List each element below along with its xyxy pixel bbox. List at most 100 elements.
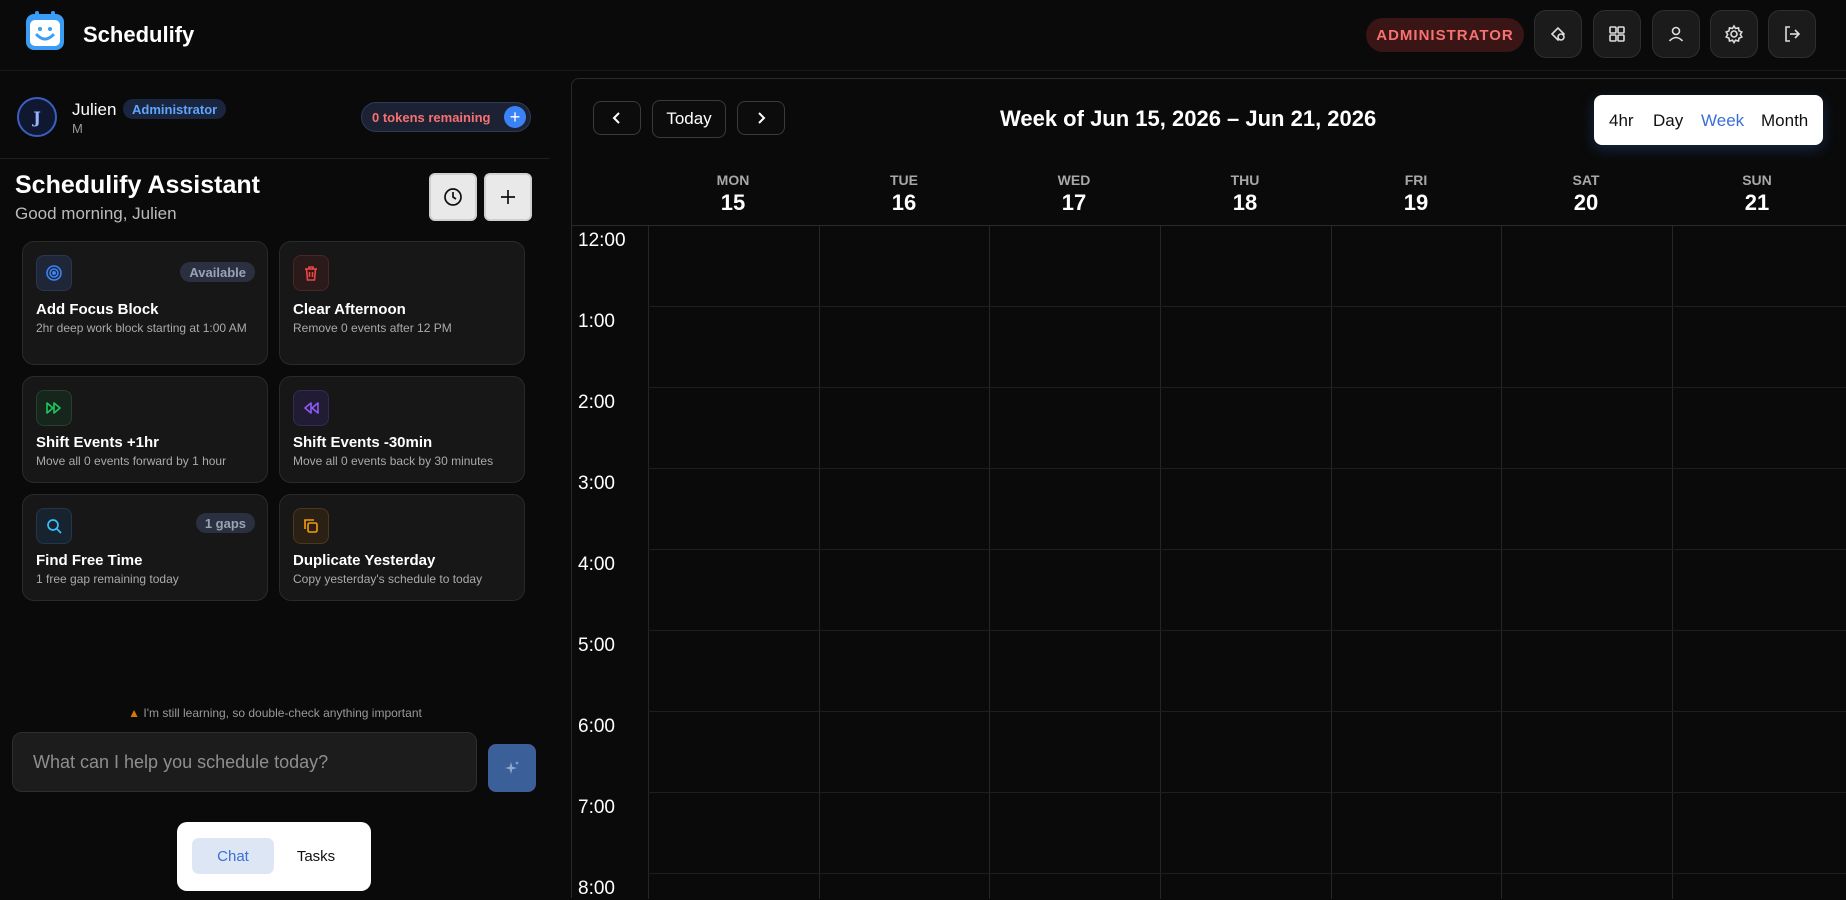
logout-button[interactable] <box>1768 10 1816 58</box>
tab-chat[interactable]: Chat <box>192 838 274 874</box>
quick-action-card[interactable]: Shift Events +1hr Move all 0 events forw… <box>22 376 268 483</box>
day-number: 16 <box>891 190 917 215</box>
fast-forward-icon <box>36 390 72 426</box>
history-button[interactable] <box>429 173 477 221</box>
quick-action-card[interactable]: Available Add Focus Block 2hr deep work … <box>22 241 268 365</box>
hour-label: 1:00 <box>578 311 615 332</box>
view-week[interactable]: Week <box>1701 111 1744 131</box>
hour-label: 12:00 <box>578 230 626 251</box>
day-number: 20 <box>1573 190 1599 215</box>
tab-tasks[interactable]: Tasks <box>281 838 351 874</box>
next-week-button[interactable] <box>737 101 785 135</box>
new-chat-button[interactable] <box>484 173 532 221</box>
quick-action-card[interactable]: Duplicate Yesterday Copy yesterday's sch… <box>279 494 525 601</box>
avatar[interactable]: J <box>17 97 57 137</box>
quick-action-card[interactable]: 1 gaps Find Free Time 1 free gap remaini… <box>22 494 268 601</box>
user-icon <box>1668 26 1684 42</box>
day-of-week: SUN <box>1742 172 1772 188</box>
view-day[interactable]: Day <box>1653 111 1683 131</box>
day-header[interactable]: THU 18 <box>1160 159 1330 225</box>
status-badge: Available <box>180 262 255 282</box>
quick-action-card[interactable]: Shift Events -30min Move all 0 events ba… <box>279 376 525 483</box>
day-number: 21 <box>1744 190 1770 215</box>
grid-line <box>1331 226 1332 899</box>
status-badge: 1 gaps <box>195 513 255 533</box>
calendar: Today Week of Jun 15, 2026 – Jun 21, 202… <box>571 78 1846 899</box>
grid-line <box>648 873 1846 874</box>
logo-icon <box>26 11 64 50</box>
role-pill: ADMINISTRATOR <box>1366 18 1524 52</box>
view-switcher: 4hr Day Week Month <box>1594 95 1823 145</box>
day-header[interactable]: SAT 20 <box>1501 159 1671 225</box>
quick-action-card[interactable]: Clear Afternoon Remove 0 events after 12… <box>279 241 525 365</box>
view-month[interactable]: Month <box>1761 111 1808 131</box>
day-header[interactable]: TUE 16 <box>819 159 989 225</box>
day-number: 15 <box>720 190 746 215</box>
grid-line <box>648 630 1846 631</box>
day-of-week: WED <box>1057 172 1091 188</box>
prev-week-button[interactable] <box>593 101 641 135</box>
day-header[interactable]: WED 17 <box>989 159 1159 225</box>
settings-button[interactable] <box>1710 10 1758 58</box>
grid-line <box>648 792 1846 793</box>
grid-line <box>648 549 1846 550</box>
card-description: 1 free gap remaining today <box>36 572 179 586</box>
day-header[interactable]: FRI 19 <box>1331 159 1501 225</box>
tokens-text: 0 tokens remaining <box>372 110 491 125</box>
app-name: Schedulify <box>83 22 195 47</box>
card-description: Remove 0 events after 12 PM <box>293 321 452 335</box>
card-description: Copy yesterday's schedule to today <box>293 572 483 586</box>
tokens-pill[interactable]: 0 tokens remaining + <box>361 102 531 132</box>
add-tokens-icon[interactable]: + <box>504 106 526 128</box>
profile-button[interactable] <box>1652 10 1700 58</box>
trash-icon <box>293 255 329 291</box>
grid-line <box>819 226 820 899</box>
grid-line <box>648 387 1846 388</box>
assistant-panel: J Julien Administrator M 0 tokens remain… <box>0 70 550 897</box>
chat-input[interactable] <box>12 732 477 792</box>
card-title: Shift Events -30min <box>293 434 433 451</box>
view-4hr[interactable]: 4hr <box>1609 111 1634 131</box>
day-header[interactable]: MON 15 <box>648 159 818 225</box>
greeting: Good morning, Julien <box>15 204 177 223</box>
day-header[interactable]: SUN 21 <box>1672 159 1842 225</box>
card-description: 2hr deep work block starting at 1:00 AM <box>36 321 247 335</box>
mode-toggle: Chat Tasks <box>177 822 371 891</box>
disclaimer: ▲ I'm still learning, so double-check an… <box>0 706 550 720</box>
rewind-icon <box>293 390 329 426</box>
warning-icon: ▲ <box>128 706 141 720</box>
day-number: 17 <box>1061 190 1087 215</box>
hour-label: 7:00 <box>578 797 615 818</box>
integrations-button[interactable] <box>1534 10 1582 58</box>
grid-line <box>1501 226 1502 899</box>
top-bar: Schedulify ADMINISTRATOR <box>0 0 1846 71</box>
card-title: Add Focus Block <box>36 301 159 318</box>
hour-label: 2:00 <box>578 392 615 413</box>
time-grid[interactable]: 12:00 1:00 2:00 3:00 4:00 5:00 6:00 7:00… <box>572 225 1846 899</box>
send-button[interactable] <box>488 744 536 792</box>
logout-icon <box>1785 26 1801 42</box>
grid-line <box>648 306 1846 307</box>
grid-line <box>1672 226 1673 899</box>
hour-label: 6:00 <box>578 716 615 737</box>
disclaimer-text: I'm still learning, so double-check anyt… <box>143 706 422 720</box>
today-button[interactable]: Today <box>652 100 726 138</box>
grid-line <box>648 226 649 899</box>
grid-line <box>648 711 1846 712</box>
hour-label: 4:00 <box>578 554 615 575</box>
assistant-title: Schedulify Assistant <box>15 171 260 199</box>
chevron-left-icon <box>612 112 620 124</box>
copy-icon <box>293 508 329 544</box>
grid-line <box>1160 226 1161 899</box>
integrations-icon <box>1550 26 1566 42</box>
hour-label: 5:00 <box>578 635 615 656</box>
chevron-right-icon <box>758 112 766 124</box>
user-name: Julien <box>72 100 117 119</box>
hour-label: 3:00 <box>578 473 615 494</box>
day-of-week: TUE <box>890 172 918 188</box>
target-icon <box>36 255 72 291</box>
apps-button[interactable] <box>1593 10 1641 58</box>
card-description: Move all 0 events forward by 1 hour <box>36 454 227 468</box>
user-row: J Julien Administrator M 0 tokens remain… <box>0 70 550 159</box>
search-icon <box>36 508 72 544</box>
